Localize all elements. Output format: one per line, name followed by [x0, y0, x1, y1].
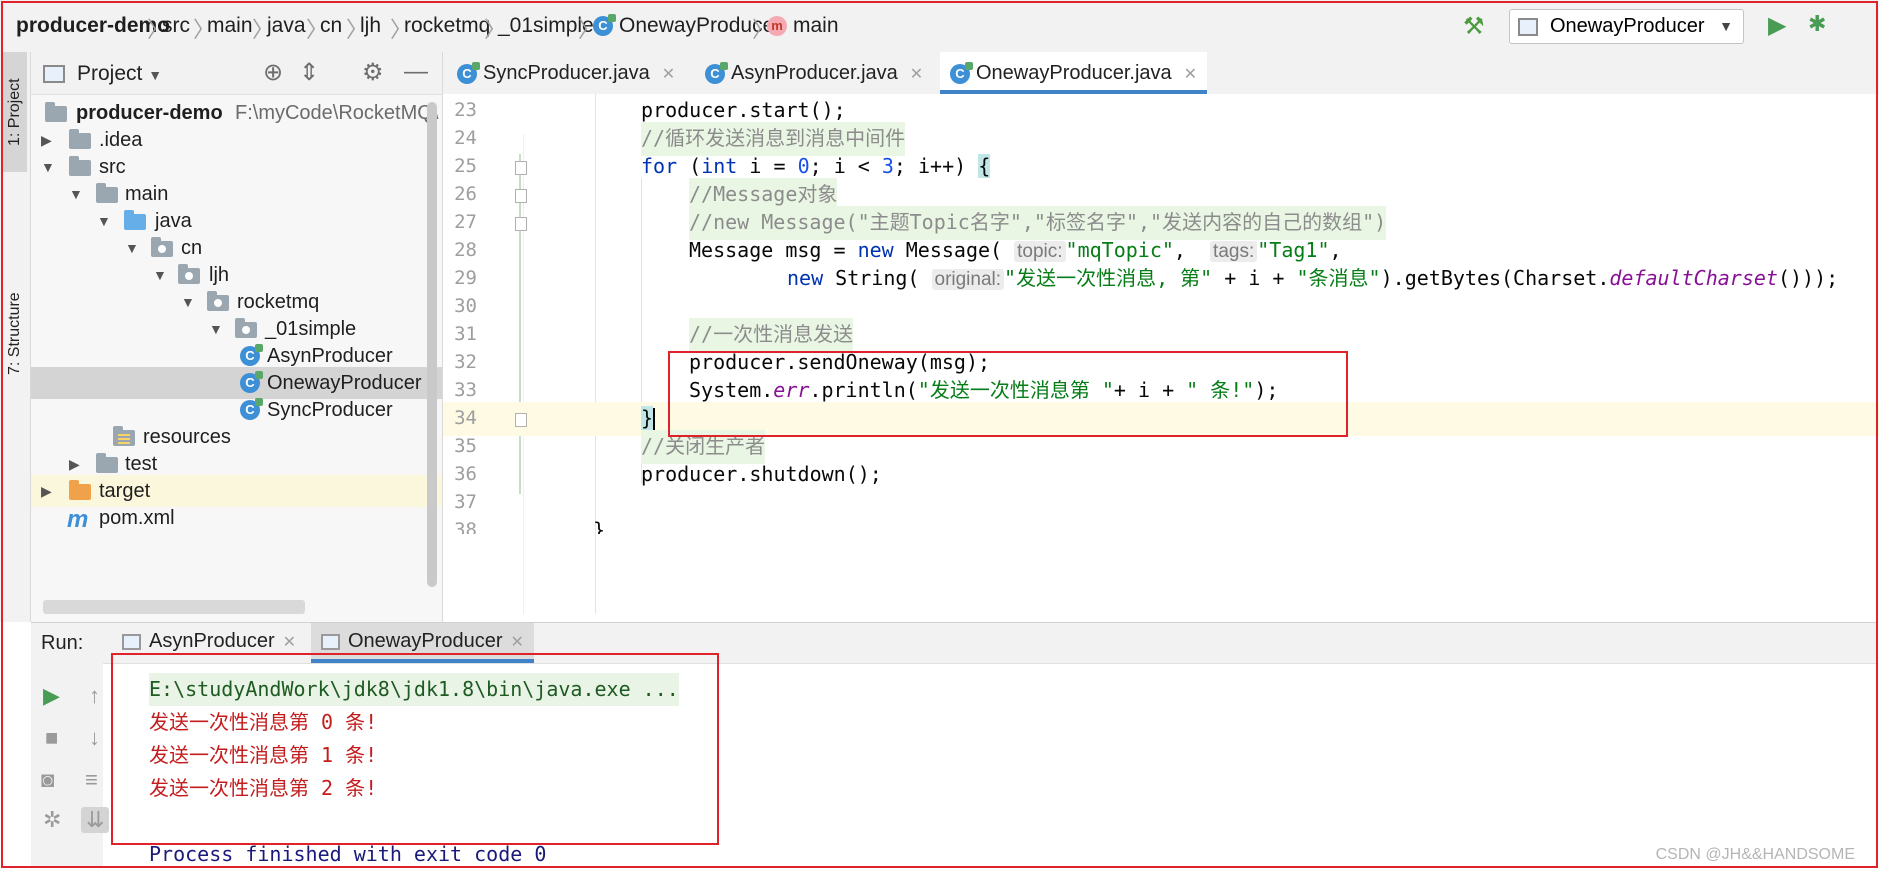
- project-panel: Project ▼ ⊕ ⇕ ⚙ — producer-demo F:\myCod…: [31, 52, 443, 622]
- project-panel-header: Project ▼ ⊕ ⇕ ⚙ —: [31, 52, 442, 95]
- watermark: CSDN @JH&&HANDSOME: [1655, 846, 1855, 863]
- project-panel-title[interactable]: Project ▼: [77, 62, 162, 86]
- method-icon: m: [767, 16, 787, 37]
- class-icon: C: [240, 344, 263, 366]
- build-hammer-icon[interactable]: ⚒: [1463, 12, 1485, 41]
- close-icon[interactable]: ✕: [511, 634, 524, 651]
- tree-item-label: pom.xml: [99, 507, 175, 529]
- run-label: Run:: [41, 632, 84, 654]
- breadcrumb-main[interactable]: main: [207, 14, 253, 38]
- console-output[interactable]: E:\studyAndWork\jdk8\jdk1.8\bin\java.exe…: [103, 653, 1877, 866]
- run-tab-label: OnewayProducer: [348, 630, 503, 652]
- run-config-icon: [321, 633, 340, 650]
- project-view-icon: [43, 65, 65, 83]
- package-icon: [235, 318, 257, 338]
- folder-icon: [69, 156, 91, 176]
- fold-marker-icon[interactable]: [515, 217, 527, 231]
- class-icon: C: [240, 371, 263, 393]
- tab-label: OnewayProducer.java: [976, 62, 1172, 84]
- class-icon: C: [950, 61, 973, 84]
- tab-onewayproducer[interactable]: C OnewayProducer.java ✕: [940, 52, 1208, 94]
- close-icon[interactable]: ✕: [910, 66, 923, 83]
- excluded-folder-icon: [69, 480, 91, 500]
- project-horizontal-scrollbar[interactable]: [43, 600, 305, 614]
- tab-label: SyncProducer.java: [483, 62, 650, 84]
- camera-icon[interactable]: ◙: [41, 767, 54, 793]
- text-cursor: [653, 407, 656, 432]
- folder-icon: [69, 129, 91, 149]
- close-icon[interactable]: ✕: [283, 634, 296, 651]
- fold-marker-icon[interactable]: [515, 413, 527, 427]
- code-line: 38 }: [443, 514, 1879, 534]
- run-config-label: OnewayProducer: [1550, 15, 1705, 37]
- locate-target-icon[interactable]: ⊕: [263, 58, 283, 87]
- class-icon: C: [705, 61, 728, 84]
- line-number: 38: [454, 519, 477, 534]
- chevron-down-icon: ▼: [1719, 18, 1733, 34]
- package-icon: [151, 237, 173, 257]
- close-icon[interactable]: ✕: [1184, 66, 1197, 83]
- soft-wrap-icon[interactable]: ≡: [85, 767, 98, 793]
- maven-file-icon: m: [67, 506, 89, 533]
- arrow-down-icon[interactable]: ↓: [89, 725, 100, 751]
- arrow-up-icon[interactable]: ↑: [89, 683, 100, 709]
- highlight-box: [668, 351, 1348, 437]
- package-icon: [178, 264, 200, 284]
- debug-bug-icon[interactable]: ✱: [1808, 11, 1826, 37]
- package-icon: [207, 291, 229, 311]
- tool-window-project-tab[interactable]: 1: Project: [3, 52, 27, 172]
- run-button[interactable]: ▶: [1768, 11, 1786, 40]
- run-tab-label: AsynProducer: [149, 630, 275, 652]
- tree-item-pom[interactable]: m pom.xml: [31, 502, 442, 534]
- left-tool-strip: 1: Project 7: Structure: [0, 52, 31, 622]
- folder-icon: [96, 183, 118, 203]
- module-folder-icon: [45, 102, 67, 122]
- project-vertical-scrollbar[interactable]: [427, 102, 437, 587]
- settings-icon[interactable]: ✲: [43, 807, 61, 833]
- run-toolbar: ▶ ■ ◙ ✲ ↑ ↓ ≡ ⇊: [31, 663, 110, 866]
- source-folder-icon: [124, 210, 146, 230]
- gear-icon[interactable]: ⚙: [362, 58, 384, 87]
- tab-syncproducer[interactable]: C SyncProducer.java ✕: [457, 52, 675, 94]
- class-icon: C: [457, 61, 480, 84]
- run-tool-window: Run: AsynProducer ✕ OnewayProducer ✕ ▶ ■ ◙…: [31, 622, 1877, 866]
- breadcrumb-ljh[interactable]: ljh: [360, 14, 381, 38]
- breadcrumb-src[interactable]: src: [162, 14, 190, 38]
- folder-icon: [96, 453, 118, 473]
- code-text: }: [593, 518, 606, 534]
- resources-folder-icon: [113, 426, 135, 446]
- class-icon: C: [240, 398, 263, 420]
- run-configuration-select[interactable]: OnewayProducer ▼: [1509, 9, 1744, 44]
- run-config-icon: [122, 633, 141, 650]
- run-config-icon: [1518, 18, 1538, 36]
- breadcrumb-rocketmq[interactable]: rocketmq: [404, 14, 490, 38]
- highlight-box: [111, 653, 719, 845]
- tab-label: AsynProducer.java: [731, 62, 898, 84]
- breadcrumb-method[interactable]: m main: [767, 14, 839, 38]
- tool-window-structure-tab[interactable]: 7: Structure: [3, 200, 27, 375]
- breadcrumb-java[interactable]: java: [267, 14, 306, 38]
- breadcrumb-method-label: main: [793, 14, 839, 37]
- tab-asynproducer[interactable]: C AsynProducer.java ✕: [705, 52, 923, 94]
- minimize-icon[interactable]: —: [404, 58, 428, 86]
- collapse-all-icon[interactable]: ⇕: [299, 58, 319, 87]
- project-title-label: Project: [77, 62, 143, 85]
- stop-icon[interactable]: ■: [45, 725, 58, 751]
- code-editor[interactable]: 23 producer.start(); 24 //循环发送消息到消息中间件 2…: [443, 94, 1879, 622]
- editor-tab-bar: C SyncProducer.java ✕ C AsynProducer.java ✕ …: [443, 52, 1879, 95]
- rerun-play-icon[interactable]: ▶: [43, 683, 60, 709]
- navigation-bar: producer-demo 〉 src 〉 main 〉 java 〉 cn 〉…: [0, 0, 1879, 53]
- class-icon: C: [593, 14, 616, 37]
- fold-marker-icon[interactable]: [515, 161, 527, 175]
- fold-marker-icon[interactable]: [515, 189, 527, 203]
- breadcrumb-cn[interactable]: cn: [320, 14, 342, 38]
- close-icon[interactable]: ✕: [662, 66, 675, 83]
- chevron-down-icon: ▼: [148, 67, 163, 83]
